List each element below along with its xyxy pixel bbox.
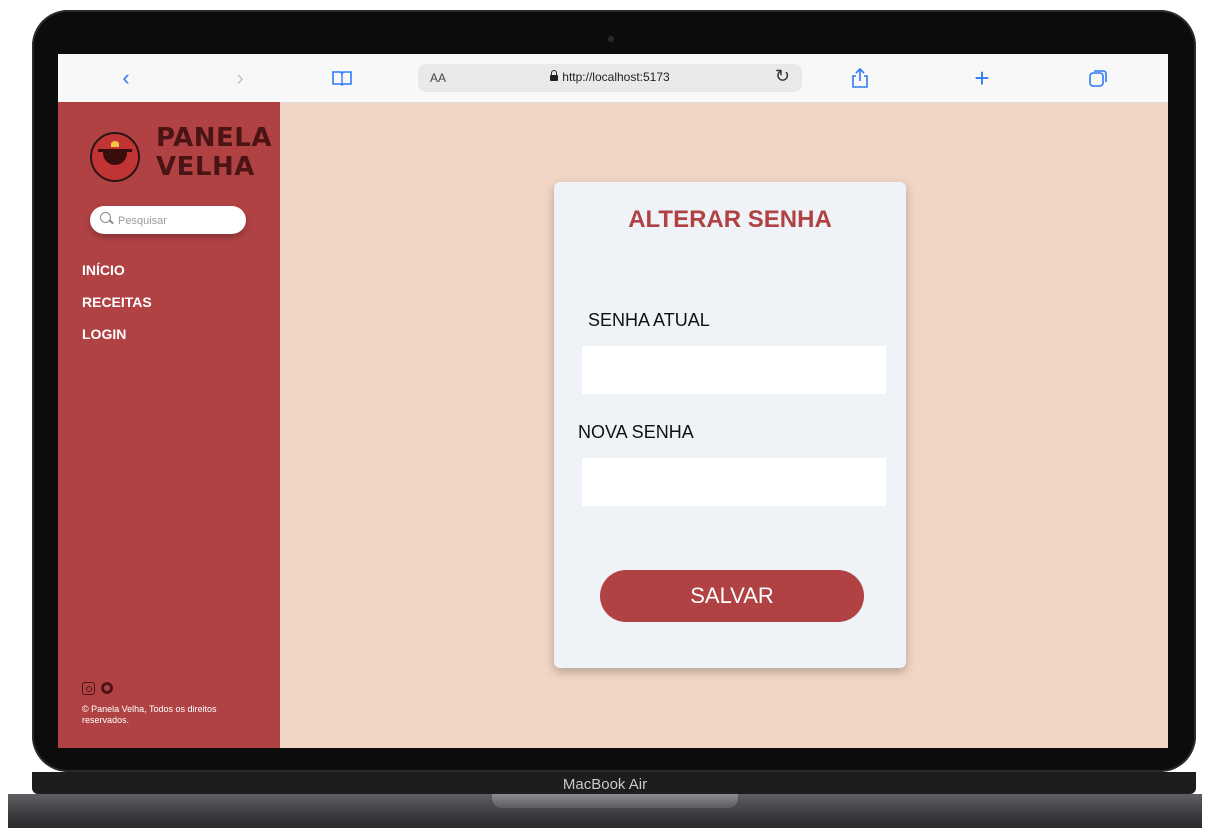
current-password-label: SENHA ATUAL: [588, 310, 710, 330]
sidebar-item-login[interactable]: LOGIN: [82, 324, 152, 344]
copyright-text: © Panela Velha, Todos os direitos reserv…: [82, 704, 217, 725]
logo[interactable]: [90, 132, 140, 182]
back-icon[interactable]: ‹: [114, 66, 138, 90]
url-display: http://localhost:5173: [418, 70, 802, 84]
card-title: ALTERAR SENHA: [628, 206, 832, 233]
new-tab-icon[interactable]: +: [970, 65, 994, 91]
social-links: [82, 682, 113, 695]
sidebar: PANELA VELHA INÍCIO RECEITAS LOGIN © Pan…: [58, 102, 280, 748]
browser-toolbar: ‹ › AA http://localhost:5173 ↻ +: [58, 54, 1168, 103]
brand-line-2: VELHA: [156, 152, 255, 182]
share-icon[interactable]: [848, 66, 872, 90]
forward-icon[interactable]: ›: [228, 66, 252, 90]
current-password-field[interactable]: [582, 346, 886, 394]
new-password-field[interactable]: [582, 458, 886, 506]
change-password-card: ALTERAR SENHA SENHA ATUAL NOVA SENHA SAL…: [554, 182, 906, 668]
sidebar-item-inicio[interactable]: INÍCIO: [82, 260, 152, 280]
lock-icon: [550, 70, 559, 81]
brand-name: PANELA VELHA: [156, 124, 276, 182]
device-label: MacBook Air: [562, 776, 648, 793]
address-bar[interactable]: AA http://localhost:5173 ↻: [418, 64, 802, 92]
save-button[interactable]: SALVAR: [600, 570, 864, 622]
sidebar-item-receitas[interactable]: RECEITAS: [82, 292, 152, 312]
url-text: http://localhost:5173: [562, 70, 670, 84]
reload-icon[interactable]: ↻: [775, 66, 790, 87]
instagram-icon[interactable]: [82, 682, 95, 695]
camera-icon: [608, 36, 614, 42]
search-box: [90, 206, 246, 234]
tabs-icon[interactable]: [1086, 66, 1110, 90]
cooking-pot-icon: [98, 141, 132, 165]
github-icon[interactable]: [101, 682, 113, 694]
bookmarks-icon[interactable]: [330, 66, 354, 90]
search-icon: [100, 212, 111, 223]
new-password-label: NOVA SENHA: [578, 422, 694, 442]
laptop-notch: [492, 794, 738, 808]
sidebar-nav: INÍCIO RECEITAS LOGIN: [82, 260, 152, 356]
search-input[interactable]: [116, 210, 240, 232]
brand-line-1: PANELA: [156, 123, 273, 153]
screen: ‹ › AA http://localhost:5173 ↻ + PANELA …: [58, 54, 1168, 748]
